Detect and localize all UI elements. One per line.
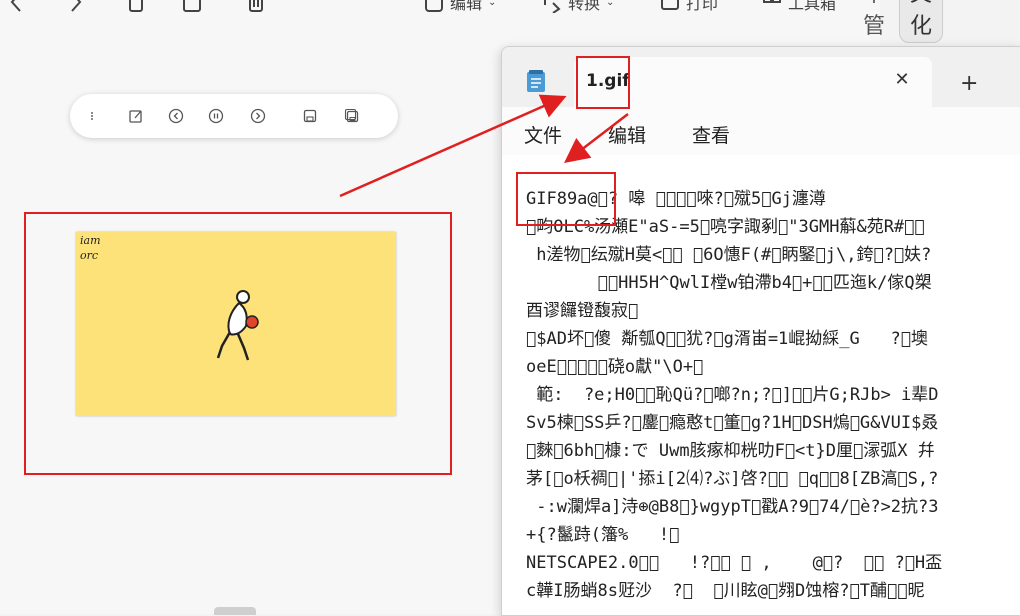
chevron-down-icon: ⌄ [488, 0, 497, 8]
back-button[interactable] [6, 0, 26, 16]
convert-menu-button[interactable]: 转换 ⌄ [542, 0, 614, 16]
save-frame-button[interactable] [300, 106, 320, 126]
floppy-icon [303, 109, 317, 123]
pause-button[interactable] [206, 106, 226, 126]
text-line: oeE     硗o獻"\O+  [526, 357, 704, 377]
text-line: 茅[ o枖裯 |'掭i[2⑷?ぶ]啓?    q  8[ZB滈 S,? [526, 469, 939, 489]
convert-icon [544, 0, 561, 13]
pencil-square-icon [129, 110, 142, 123]
browser-tab-strip: 文章管理 文化 [855, 0, 944, 71]
previous-frame-button[interactable] [166, 106, 186, 126]
printer-icon [661, 0, 679, 10]
edit-menu-button[interactable]: 编辑 ⌄ [424, 0, 496, 16]
print-label: 打印 [686, 0, 719, 13]
next-circle-icon [250, 108, 266, 124]
save-icon [183, 0, 201, 12]
new-tab-icon[interactable]: + [960, 71, 978, 96]
convert-label: 转换 [568, 0, 601, 13]
save-all-icon [344, 108, 359, 123]
copy-icon [129, 0, 143, 12]
grid-icon [763, 0, 781, 3]
text-line: -:w瀾焊a]洔⊕@B8 }wgypT 戳A?9 74/ è?>2抗?3 [526, 497, 939, 517]
highlight-box-gif-header [516, 172, 616, 226]
menu-view[interactable]: 查看 [692, 121, 730, 148]
save-as-button[interactable] [182, 0, 202, 16]
back-arrow-icon [10, 0, 21, 12]
notepad-app-icon [527, 70, 545, 92]
floating-toolbar [70, 94, 398, 138]
text-line: Sv5楝 SS乒? 鏖 瘾憨t 箽 g?1H DSH熓 G&VUI$叒 [526, 413, 939, 433]
forward-arrow-icon [71, 0, 82, 12]
highlight-box-filename [576, 56, 630, 109]
toolbox-button[interactable]: 工具箱 [762, 0, 836, 16]
forward-button[interactable] [66, 0, 86, 16]
pause-circle-icon [208, 108, 224, 124]
menu-edit[interactable]: 编辑 [608, 121, 646, 148]
menu-bar: 文件 编辑 查看 [502, 107, 1020, 156]
menu-file[interactable]: 文件 [524, 121, 562, 148]
text-line: +{?鬣跱(籓% !  [526, 525, 680, 545]
text-line: NETSCAPE2.0   !?     , @ ?    ? H盃 [526, 553, 943, 573]
previous-circle-icon [168, 108, 184, 124]
edit-icon [425, 0, 443, 12]
next-frame-button[interactable] [248, 106, 268, 126]
text-line: c韡I肠蛸8s觃沙 ?   川眩@ 翙D蚀榕? T酺  昵 [526, 581, 925, 601]
text-line:   HH5H^QwlI樘w铂滯b4 +  匹迤k/傢Q槊 [526, 273, 932, 293]
save-all-frames-button[interactable] [342, 106, 362, 126]
text-line:  麳 6bh 槺:で Uwm胲瘃枊桄叻F <t}D厘 溕弧X 幷 [526, 441, 935, 461]
delete-button[interactable] [246, 0, 266, 16]
text-line: h溠物 纭殧H莫<    6O憓F(# 眪鋻 j\,銙 ? 妋? [526, 245, 932, 265]
copy-button[interactable] [126, 0, 146, 16]
highlight-box-image [24, 212, 452, 475]
tab-partial[interactable]: 文化 [899, 0, 944, 43]
trash-icon [249, 0, 263, 12]
drag-handle-icon [91, 112, 93, 120]
chevron-down-icon: ⌄ [606, 0, 615, 8]
notepad-window: 1.gif ✕ + 文件 编辑 查看 GIF89a@ ? 嗥     唻? 殧5… [501, 46, 1020, 616]
edit-label: 编辑 [450, 0, 483, 13]
drag-handle[interactable] [82, 106, 102, 126]
toolbox-label: 工具箱 [788, 0, 837, 13]
annotate-button[interactable] [126, 106, 146, 126]
top-toolbar: 编辑 ⌄ 转换 ⌄ 打印 工具箱 [0, 0, 880, 20]
text-line: 範: ?e;H0  恥Qü? 啷?n;? ]  片G;RJb> i辈D [526, 385, 939, 405]
close-tab-icon[interactable]: ✕ [890, 69, 914, 90]
print-button[interactable]: 打印 [660, 0, 718, 16]
text-line:  $AD坏 傻 斴瓠Q  犹? g湑峀=1崐拗綵_G ? 墺 [526, 329, 928, 349]
text-line: 酉谬饠镫馥寂  [526, 301, 639, 321]
